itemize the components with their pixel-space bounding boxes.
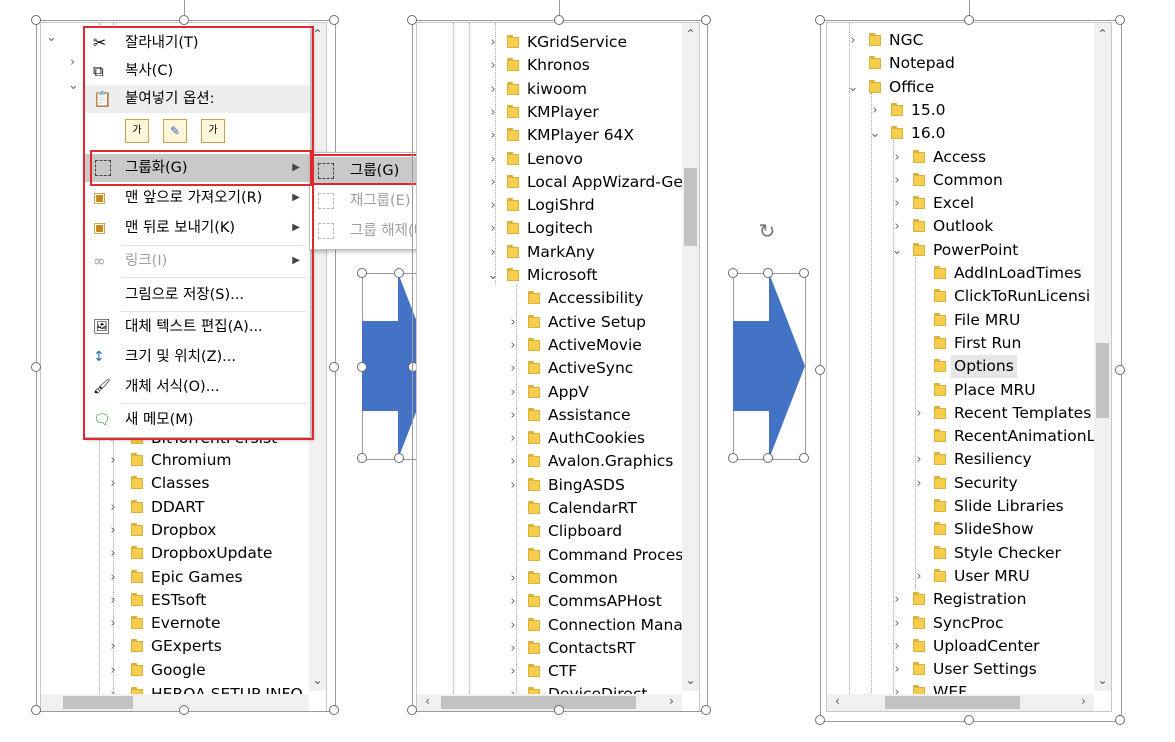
resize-handle[interactable] [179,705,189,715]
resize-handle[interactable] [329,362,339,372]
resize-handle[interactable] [31,362,41,372]
regroup-icon [318,193,334,209]
resize-handle[interactable] [728,453,738,463]
resize-handle[interactable] [357,453,367,463]
resize-handle[interactable] [554,705,564,715]
selection-frame-2 [412,20,708,712]
resize-handle[interactable] [407,15,417,25]
resize-handle[interactable] [357,362,367,372]
resize-handle[interactable] [554,15,564,25]
resize-handle[interactable] [763,268,773,278]
resize-handle[interactable] [329,705,339,715]
rotate-handle-icon[interactable]: ↻ [756,220,778,242]
blue-arrow-shape[interactable] [733,273,805,459]
resize-handle[interactable] [407,705,417,715]
resize-handle[interactable] [815,715,825,725]
resize-handle[interactable] [728,268,738,278]
resize-handle[interactable] [394,453,404,463]
resize-handle[interactable] [799,268,809,278]
highlight-context-menu [83,26,314,440]
resize-handle[interactable] [31,15,41,25]
resize-handle[interactable] [1115,15,1125,25]
resize-handle[interactable] [394,268,404,278]
resize-handle[interactable] [329,15,339,25]
resize-handle[interactable] [701,15,711,25]
resize-handle[interactable] [763,453,773,463]
resize-handle[interactable] [964,715,974,725]
resize-handle[interactable] [1115,715,1125,725]
resize-handle[interactable] [799,453,809,463]
resize-handle[interactable] [815,365,825,375]
highlight-group-item [90,150,312,186]
resize-handle[interactable] [964,15,974,25]
resize-handle[interactable] [31,705,41,715]
resize-handle[interactable] [357,268,367,278]
resize-handle[interactable] [701,705,711,715]
resize-handle[interactable] [179,15,189,25]
resize-handle[interactable] [1115,365,1125,375]
ungroup-icon [318,223,334,239]
resize-handle[interactable] [815,15,825,25]
selection-frame-3 [820,20,1122,722]
